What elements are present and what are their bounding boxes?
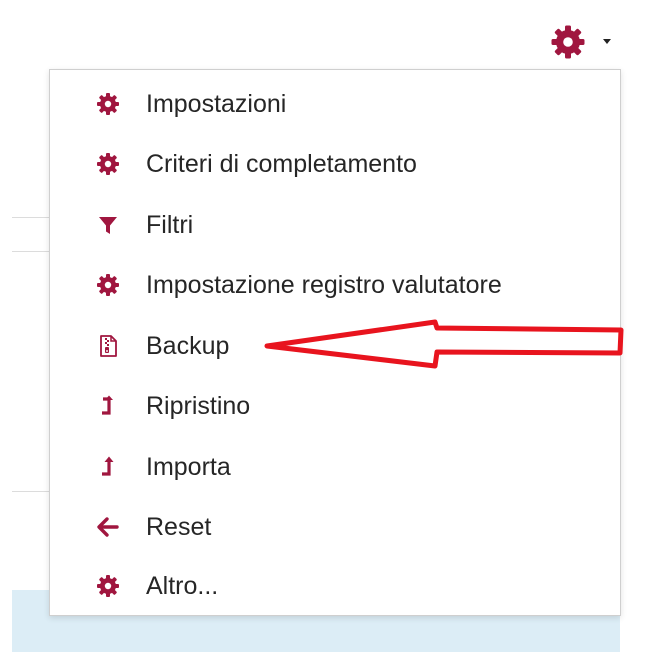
menu-item-impostazione-registro-valutatore[interactable]: Impostazione registro valutatore — [50, 259, 620, 311]
level-up-icon — [96, 455, 120, 479]
settings-dropdown-menu: Impostazioni Criteri di completamento Fi… — [49, 69, 621, 616]
file-archive-icon — [96, 334, 120, 358]
gear-icon — [96, 92, 120, 116]
menu-item-label: Ripristino — [146, 392, 251, 420]
level-up-icon — [96, 394, 120, 418]
arrow-left-icon — [96, 515, 120, 539]
menu-item-label: Reset — [146, 513, 212, 541]
menu-item-label: Criteri di completamento — [146, 150, 417, 178]
filter-icon — [96, 213, 120, 237]
menu-item-altro[interactable]: Altro... — [50, 560, 620, 612]
menu-item-label: Backup — [146, 332, 230, 360]
gear-icon — [96, 574, 120, 598]
gear-icon — [96, 273, 120, 297]
menu-item-importa[interactable]: Importa — [50, 441, 620, 493]
menu-item-backup[interactable]: Backup — [50, 320, 620, 372]
menu-item-filtri[interactable]: Filtri — [50, 199, 620, 251]
menu-item-label: Impostazione registro valutatore — [146, 271, 502, 299]
settings-menu-toggle[interactable] — [546, 24, 626, 59]
menu-item-label: Impostazioni — [146, 90, 287, 118]
menu-item-ripristino[interactable]: Ripristino — [50, 380, 620, 432]
gear-icon — [550, 24, 586, 65]
gear-icon — [96, 152, 120, 176]
menu-item-reset[interactable]: Reset — [50, 501, 620, 553]
menu-item-impostazioni[interactable]: Impostazioni — [50, 78, 620, 130]
menu-item-label: Importa — [146, 453, 231, 481]
menu-item-label: Filtri — [146, 211, 194, 239]
menu-item-label: Altro... — [146, 572, 219, 600]
caret-down-icon — [603, 39, 611, 44]
menu-item-criteri-di-completamento[interactable]: Criteri di completamento — [50, 138, 620, 190]
